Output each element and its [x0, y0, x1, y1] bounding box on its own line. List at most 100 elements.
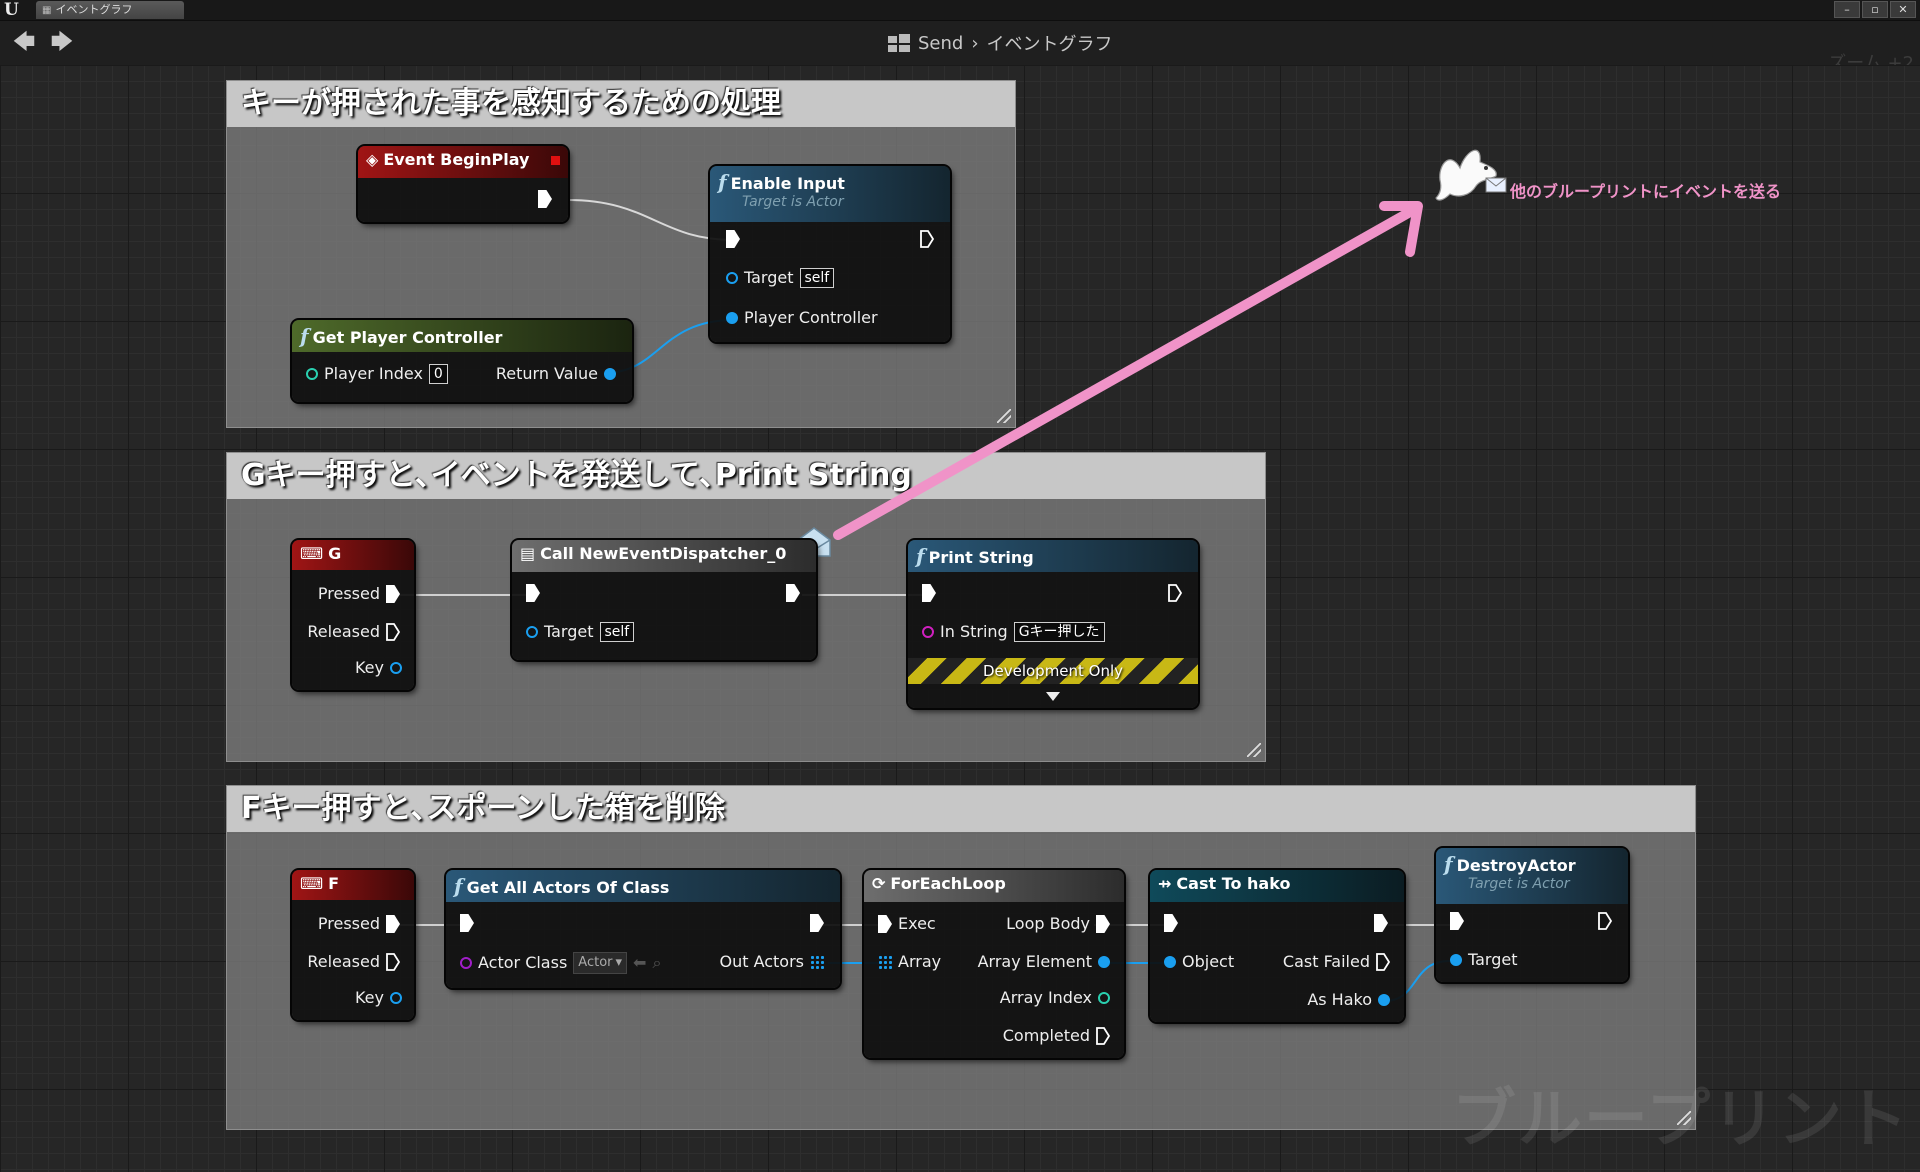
node-header[interactable]: f DestroyActor Target is Actor [1436, 848, 1628, 904]
node-print-string[interactable]: f Print String In String Gキー押した Developme… [908, 540, 1198, 708]
exec-in-pin[interactable] [726, 230, 740, 248]
node-event-beginplay[interactable]: ◈ Event BeginPlay [358, 146, 568, 222]
array-element-pin[interactable]: Array Element [978, 952, 1110, 972]
exec-out-icon [538, 190, 552, 208]
key-pin[interactable]: Key [355, 988, 402, 1008]
node-header[interactable]: ⌨ F [292, 870, 414, 900]
tab-event-graph[interactable]: ▦ イベントグラフ [36, 1, 184, 19]
exec-out-icon [386, 915, 400, 933]
breadcrumb-blueprint[interactable]: Send [918, 33, 963, 54]
unreal-logo-icon: U [4, 0, 19, 20]
exec-out-icon [1374, 914, 1388, 932]
chevron-down-icon: ▾ [615, 955, 623, 970]
comment-title[interactable]: Gキー押すと､イベントを発送して､Print String [227, 453, 1265, 499]
node-cast-to-hako[interactable]: ⇸ Cast To hako Object Cast Failed As Hako [1150, 870, 1404, 1022]
exec-out-pin[interactable] [538, 190, 552, 208]
exec-in-pin[interactable]: Exec [878, 914, 936, 934]
node-f-key[interactable]: ⌨ F Pressed Released Key [292, 870, 414, 1020]
node-header[interactable]: f Enable Input Target is Actor [710, 166, 950, 222]
in-string-pin[interactable]: In String Gキー押した [922, 622, 1105, 642]
back-button[interactable]: 🡄 [10, 29, 38, 57]
node-header[interactable]: ▤ Call NewEventDispatcher_0 [512, 540, 816, 572]
exec-out-pin[interactable] [1598, 912, 1612, 930]
node-header[interactable]: ◈ Event BeginPlay [358, 146, 568, 178]
node-get-player-controller[interactable]: f Get Player Controller Player Index 0 Re… [292, 320, 632, 402]
comment-title[interactable]: キーが押された事を感知するための処理 [227, 81, 1015, 127]
target-pin[interactable]: Target self [526, 622, 635, 642]
pin-label: Target [544, 622, 594, 641]
exec-out-pin[interactable] [1168, 584, 1182, 602]
restore-button[interactable]: ▫ [1862, 1, 1888, 18]
exec-in-pin[interactable] [922, 584, 936, 602]
exec-out-pin[interactable] [920, 230, 934, 248]
node-destroy-actor[interactable]: f DestroyActor Target is Actor Target [1436, 848, 1628, 982]
int-pin-icon [306, 368, 318, 380]
out-actors-pin[interactable]: Out Actors [719, 952, 824, 972]
cast-failed-pin[interactable]: Cast Failed [1283, 952, 1390, 972]
breadcrumb: Send › イベントグラフ [888, 30, 1113, 56]
comment-title[interactable]: Fキー押すと､スポーンした箱を削除 [227, 786, 1695, 832]
object-pin[interactable]: Object [1164, 952, 1234, 972]
node-header[interactable]: f Get Player Controller [292, 320, 632, 352]
target-default-value[interactable]: self [599, 622, 635, 642]
completed-pin[interactable]: Completed [1003, 1026, 1110, 1046]
target-pin[interactable]: Target [1450, 950, 1518, 970]
exec-in-pin[interactable] [1164, 914, 1178, 932]
released-pin[interactable]: Released [307, 622, 400, 642]
resize-grip[interactable] [1247, 743, 1261, 757]
pressed-pin[interactable]: Pressed [318, 914, 400, 934]
blueprint-watermark: ブループリント [1451, 1083, 1910, 1157]
pin-label: As Hako [1307, 990, 1372, 1009]
target-default-value[interactable]: self [799, 268, 835, 288]
dev-only-label: Development Only [982, 662, 1124, 680]
node-foreach-loop[interactable]: ⟳ ForEachLoop Exec Loop Body Array Array … [864, 870, 1124, 1058]
exec-out-hollow-icon [920, 230, 934, 248]
node-g-key[interactable]: ⌨ G Pressed Released Key [292, 540, 414, 690]
exec-in-pin[interactable] [1450, 912, 1464, 930]
pin-label: Player Index [324, 364, 423, 383]
exec-in-icon [526, 584, 540, 602]
node-header[interactable]: ⇸ Cast To hako [1150, 870, 1404, 902]
exec-out-pin[interactable] [786, 584, 800, 602]
actor-class-dropdown[interactable]: Actor ▾ [573, 952, 628, 974]
loop-body-pin[interactable]: Loop Body [1006, 914, 1110, 934]
breadcrumb-graph[interactable]: イベントグラフ [987, 30, 1113, 56]
pin-label: Player Controller [744, 308, 878, 327]
pin-label: Cast Failed [1282, 952, 1370, 971]
actor-class-pin[interactable]: Actor Class Actor ▾ ⬅ ⌕ [460, 952, 661, 974]
minimize-button[interactable]: – [1834, 1, 1860, 18]
node-title: Get All Actors Of Class [466, 878, 670, 897]
pin-label: Array Element [977, 952, 1092, 971]
node-header[interactable]: ⌨ G [292, 540, 414, 570]
exec-in-pin[interactable] [526, 584, 540, 602]
delegate-pin-icon[interactable] [551, 156, 560, 165]
node-header[interactable]: f Print String [908, 540, 1198, 572]
key-pin[interactable]: Key [355, 658, 402, 678]
chevron-down-icon[interactable] [1046, 692, 1060, 701]
player-index-value[interactable]: 0 [428, 364, 448, 384]
pin-label: Object [1182, 952, 1235, 971]
close-button[interactable]: ✕ [1890, 1, 1916, 18]
in-string-value[interactable]: Gキー押した [1013, 622, 1105, 642]
resize-grip[interactable] [997, 409, 1011, 423]
exec-out-pin[interactable] [1374, 914, 1388, 932]
array-pin[interactable]: Array [878, 952, 941, 972]
return-value-pin[interactable]: Return Value [496, 364, 616, 384]
node-enable-input[interactable]: f Enable Input Target is Actor Target sel… [710, 166, 950, 342]
player-index-pin[interactable]: Player Index 0 [306, 364, 448, 384]
forward-button[interactable]: 🡆 [48, 29, 76, 57]
node-header[interactable]: f Get All Actors Of Class [446, 870, 840, 902]
use-selected-arrow-icon[interactable]: ⬅ [633, 953, 646, 973]
browse-search-icon[interactable]: ⌕ [652, 953, 661, 973]
as-hako-pin[interactable]: As Hako [1307, 990, 1390, 1010]
target-pin[interactable]: Target self [726, 268, 835, 288]
exec-in-pin[interactable] [460, 914, 474, 932]
pressed-pin[interactable]: Pressed [318, 584, 400, 604]
node-header[interactable]: ⟳ ForEachLoop [864, 870, 1124, 902]
player-controller-pin[interactable]: Player Controller [726, 308, 878, 328]
node-get-all-actors-of-class[interactable]: f Get All Actors Of Class Actor Class Act… [446, 870, 840, 988]
released-pin[interactable]: Released [307, 952, 400, 972]
exec-out-pin[interactable] [810, 914, 824, 932]
node-call-event-dispatcher[interactable]: ▤ Call NewEventDispatcher_0 Target self [512, 540, 816, 660]
array-index-pin[interactable]: Array Index [1000, 988, 1110, 1008]
